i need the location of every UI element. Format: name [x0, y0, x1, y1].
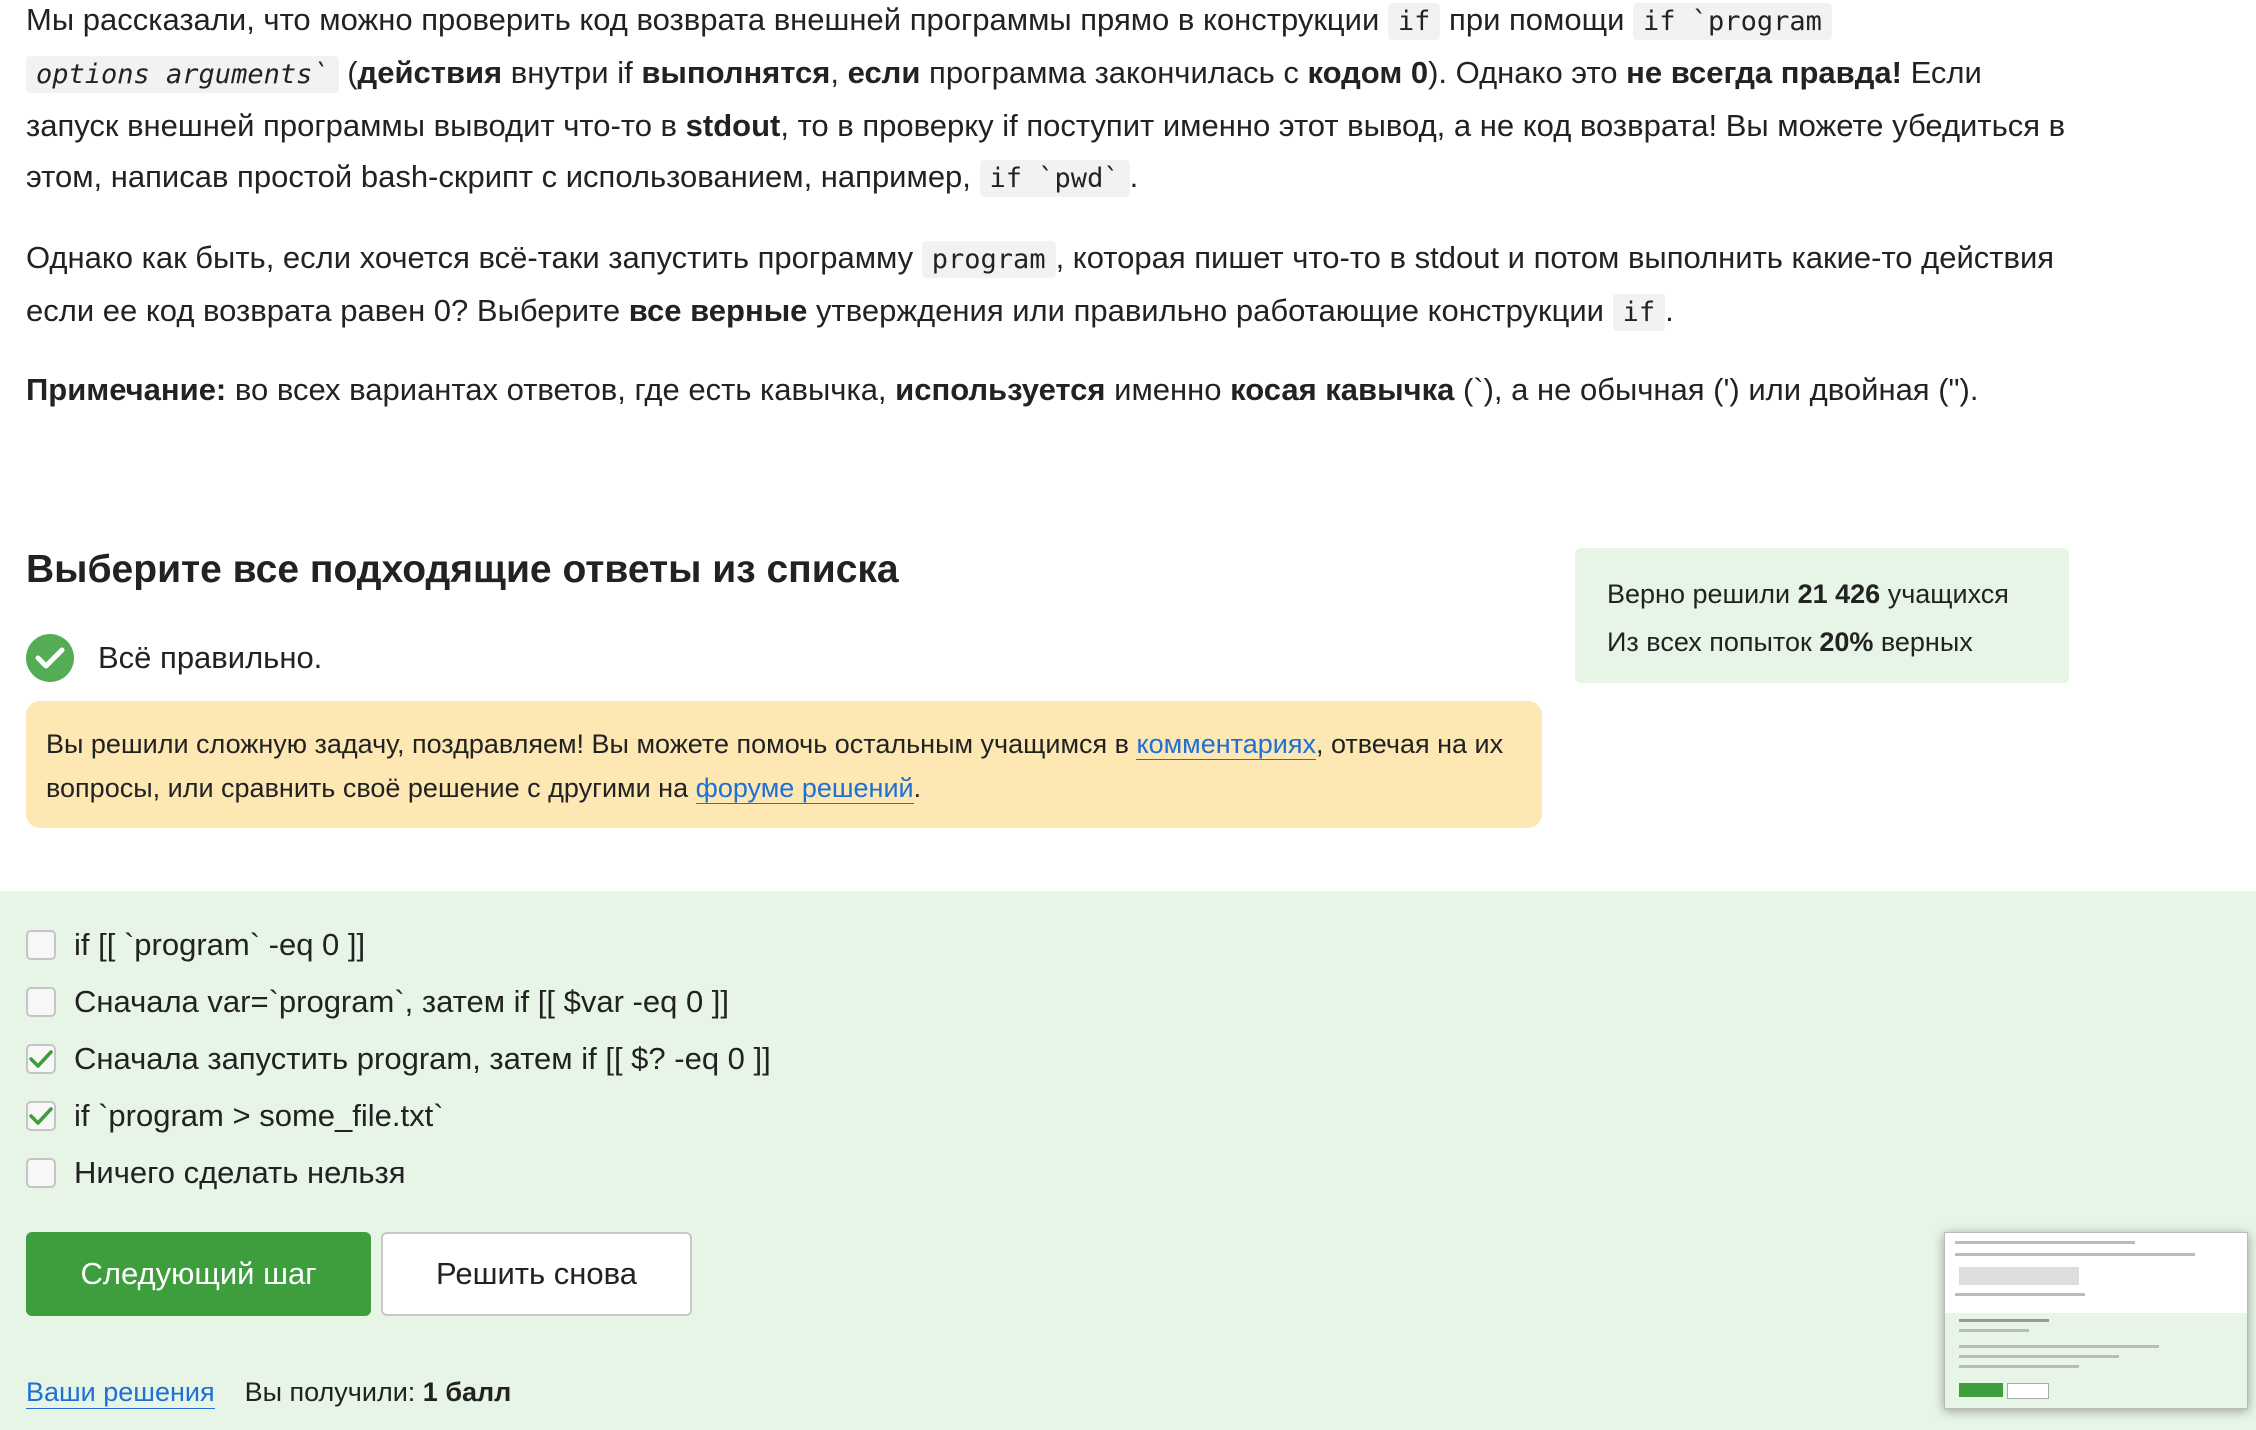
bold-text: кодом 0	[1307, 55, 1429, 90]
bold-text: stdout	[685, 108, 781, 143]
bold-text: не всегда правда!	[1626, 55, 1902, 90]
bold-text: выполнятся	[641, 55, 831, 90]
text: утверждения или правильно работающие кон…	[807, 293, 1613, 328]
text: Вы решили сложную задачу, поздравляем! В…	[46, 729, 1137, 759]
option-1[interactable]: if [[ `program` -eq 0 ]]	[26, 927, 365, 963]
inline-code: if	[1612, 294, 1666, 331]
checkbox-icon[interactable]	[26, 1101, 56, 1131]
text: .	[1665, 293, 1674, 328]
text: (	[338, 55, 358, 90]
option-2[interactable]: Сначала var=`program`, затем if [[ $var …	[26, 984, 729, 1020]
score-text: Вы получили: 1 балл	[245, 1377, 512, 1409]
checkbox-icon[interactable]	[26, 987, 56, 1017]
page-preview-thumbnail[interactable]	[1944, 1232, 2248, 1409]
text: Верно решили	[1607, 579, 1798, 609]
inline-code: program	[921, 241, 1056, 278]
intro-paragraph-1: Мы рассказали, что можно проверить код в…	[26, 0, 2066, 204]
checkmark-icon	[29, 1107, 53, 1125]
inline-code: if `program	[1633, 3, 1832, 40]
option-label: if [[ `program` -eq 0 ]]	[74, 927, 366, 962]
text: Однако как быть, если хочется всё-таки з…	[26, 240, 922, 275]
inline-code: if `pwd`	[979, 160, 1130, 197]
bold-text: косая кавычка	[1230, 372, 1455, 407]
text: внутри if	[502, 55, 642, 90]
text: ). Однако это	[1428, 55, 1627, 90]
bold-text: все верные	[628, 293, 808, 328]
option-label: Сначала var=`program`, затем if [[ $var …	[74, 984, 730, 1019]
bold-text: используется	[895, 372, 1106, 407]
check-circle-icon	[26, 634, 74, 682]
status-text: Всё правильно.	[98, 640, 323, 675]
checkmark-icon	[29, 1050, 53, 1068]
text: ,	[830, 55, 848, 90]
option-label: Сначала запустить program, затем if [[ $…	[74, 1041, 771, 1076]
solved-count: 21 426	[1797, 579, 1881, 609]
option-3[interactable]: Сначала запустить program, затем if [[ $…	[26, 1041, 771, 1077]
your-solutions-link[interactable]: Ваши решения	[26, 1377, 215, 1409]
comments-link[interactable]: комментариях	[1136, 729, 1316, 760]
solved-count-line: Верно решили 21 426 учащихся	[1607, 570, 2069, 618]
text: при помощи	[1440, 2, 1634, 37]
text: во всех вариантах ответов, где есть кавы…	[226, 372, 896, 407]
checkbox-icon[interactable]	[26, 1044, 56, 1074]
inline-code: options arguments`	[26, 56, 339, 93]
question-title: Выберите все подходящие ответы из списка	[26, 548, 899, 591]
text: программа закончилась с	[920, 55, 1308, 90]
result-status: Всё правильно.	[26, 634, 322, 682]
text: .	[913, 773, 922, 803]
text: Мы рассказали, что можно проверить код в…	[26, 2, 1388, 37]
inline-code: if	[1387, 3, 1441, 40]
bold-text: Примечание:	[26, 372, 227, 407]
option-label: Ничего сделать нельзя	[74, 1155, 406, 1190]
intro-paragraph-2: Однако как быть, если хочется всё-таки з…	[26, 232, 2066, 338]
congrats-hint: Вы решили сложную задачу, поздравляем! В…	[26, 701, 1542, 828]
solutions-forum-link[interactable]: форуме решений	[695, 773, 914, 804]
next-step-button[interactable]: Следующий шаг	[26, 1232, 371, 1316]
bold-text: действия	[357, 55, 503, 90]
text: именно	[1105, 372, 1231, 407]
checkbox-icon[interactable]	[26, 1158, 56, 1188]
text: Вы получили:	[244, 1377, 423, 1407]
retry-button[interactable]: Решить снова	[381, 1232, 692, 1316]
answers-section: if [[ `program` -eq 0 ]] Сначала var=`pr…	[0, 891, 2256, 1430]
stats-panel: Верно решили 21 426 учащихся Из всех поп…	[1575, 548, 2069, 683]
success-rate-line: Из всех попыток 20% верных	[1607, 618, 2069, 666]
text: Из всех попыток	[1607, 627, 1820, 657]
option-5[interactable]: Ничего сделать нельзя	[26, 1155, 406, 1191]
option-4[interactable]: if `program > some_file.txt`	[26, 1098, 444, 1134]
text: (`), а не обычная (') или двойная (").	[1454, 372, 1979, 407]
bold-text: если	[847, 55, 921, 90]
text: верных	[1873, 627, 1973, 657]
text: .	[1129, 159, 1139, 194]
text: учащихся	[1880, 579, 2009, 609]
score-value: 1 балл	[422, 1377, 512, 1407]
option-label: if `program > some_file.txt`	[74, 1098, 444, 1133]
checkbox-icon[interactable]	[26, 930, 56, 960]
note-paragraph: Примечание: во всех вариантах ответов, г…	[26, 364, 2066, 415]
success-percent: 20%	[1819, 627, 1874, 657]
footer: Ваши решения Вы получили: 1 балл	[26, 1377, 511, 1409]
